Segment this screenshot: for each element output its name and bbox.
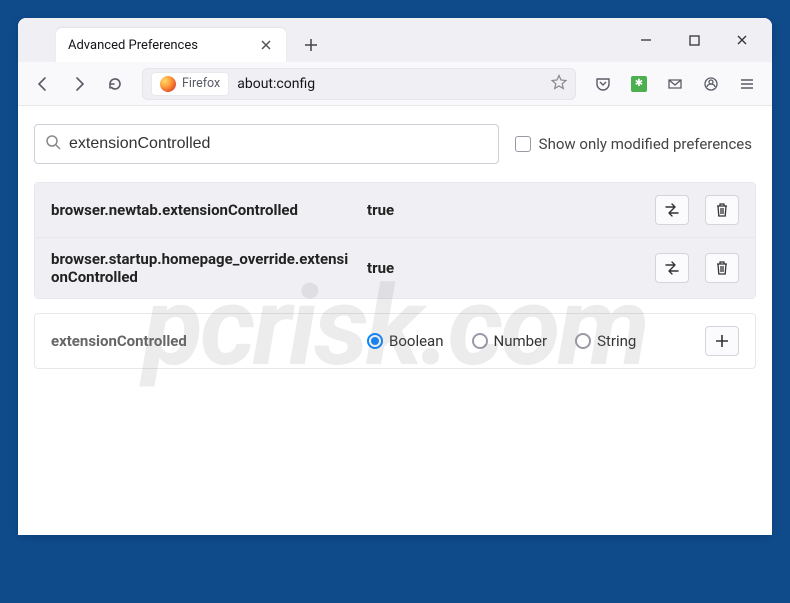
tab-bar: Advanced Preferences xyxy=(18,18,772,62)
minimize-button[interactable] xyxy=(624,25,668,55)
radio-label: Number xyxy=(494,332,548,350)
search-row: Show only modified preferences xyxy=(34,124,756,164)
show-only-modified-checkbox[interactable]: Show only modified preferences xyxy=(515,135,752,153)
add-pref-button[interactable] xyxy=(705,326,739,356)
pref-row[interactable]: browser.newtab.extensionControlled true xyxy=(35,183,755,238)
search-icon xyxy=(45,134,61,154)
menu-button[interactable] xyxy=(730,67,764,101)
radio-number[interactable]: Number xyxy=(472,332,548,350)
url-bar[interactable]: Firefox about:config xyxy=(142,68,576,100)
delete-button[interactable] xyxy=(705,195,739,225)
extension-button[interactable]: ✱ xyxy=(622,67,656,101)
new-pref-row: extensionControlled Boolean Number Strin… xyxy=(34,313,756,369)
identity-label: Firefox xyxy=(182,76,220,91)
about-config-content: Show only modified preferences browser.n… xyxy=(18,106,772,535)
pref-search-box[interactable] xyxy=(34,124,499,164)
browser-window: Advanced Preferences xyxy=(18,18,772,535)
toolbar: Firefox about:config ✱ xyxy=(18,62,772,106)
radio-icon xyxy=(472,333,488,349)
radio-label: Boolean xyxy=(389,332,444,350)
window-controls xyxy=(624,18,764,62)
tab-active[interactable]: Advanced Preferences xyxy=(56,28,286,62)
firefox-logo-icon xyxy=(160,76,176,92)
toggle-button[interactable] xyxy=(655,253,689,283)
type-radio-group: Boolean Number String xyxy=(367,332,689,350)
delete-button[interactable] xyxy=(705,253,739,283)
pocket-button[interactable] xyxy=(586,67,620,101)
pref-name: browser.newtab.extensionControlled xyxy=(51,201,351,219)
reload-button[interactable] xyxy=(98,67,132,101)
close-icon[interactable] xyxy=(258,37,274,53)
url-text: about:config xyxy=(237,76,543,92)
new-pref-name: extensionControlled xyxy=(51,332,351,350)
pref-value: true xyxy=(367,201,639,219)
toggle-button[interactable] xyxy=(655,195,689,225)
maximize-button[interactable] xyxy=(672,25,716,55)
identity-box[interactable]: Firefox xyxy=(151,72,229,96)
radio-boolean[interactable]: Boolean xyxy=(367,332,444,350)
pref-search-input[interactable] xyxy=(69,135,488,153)
forward-button[interactable] xyxy=(62,67,96,101)
pref-value: true xyxy=(367,259,639,277)
show-only-label: Show only modified preferences xyxy=(539,135,752,153)
pref-row[interactable]: browser.startup.homepage_override.extens… xyxy=(35,238,755,298)
back-button[interactable] xyxy=(26,67,60,101)
tab-title: Advanced Preferences xyxy=(68,38,258,53)
radio-icon xyxy=(367,333,383,349)
bookmark-star-icon[interactable] xyxy=(551,74,567,94)
account-button[interactable] xyxy=(694,67,728,101)
checkbox-icon xyxy=(515,136,531,152)
radio-string[interactable]: String xyxy=(575,332,636,350)
new-tab-button[interactable] xyxy=(296,30,326,60)
prefs-table: browser.newtab.extensionControlled true … xyxy=(34,182,756,299)
close-window-button[interactable] xyxy=(720,25,764,55)
pref-name: browser.startup.homepage_override.extens… xyxy=(51,250,351,286)
inbox-button[interactable] xyxy=(658,67,692,101)
extension-icon: ✱ xyxy=(631,76,647,92)
radio-icon xyxy=(575,333,591,349)
radio-label: String xyxy=(597,332,636,350)
